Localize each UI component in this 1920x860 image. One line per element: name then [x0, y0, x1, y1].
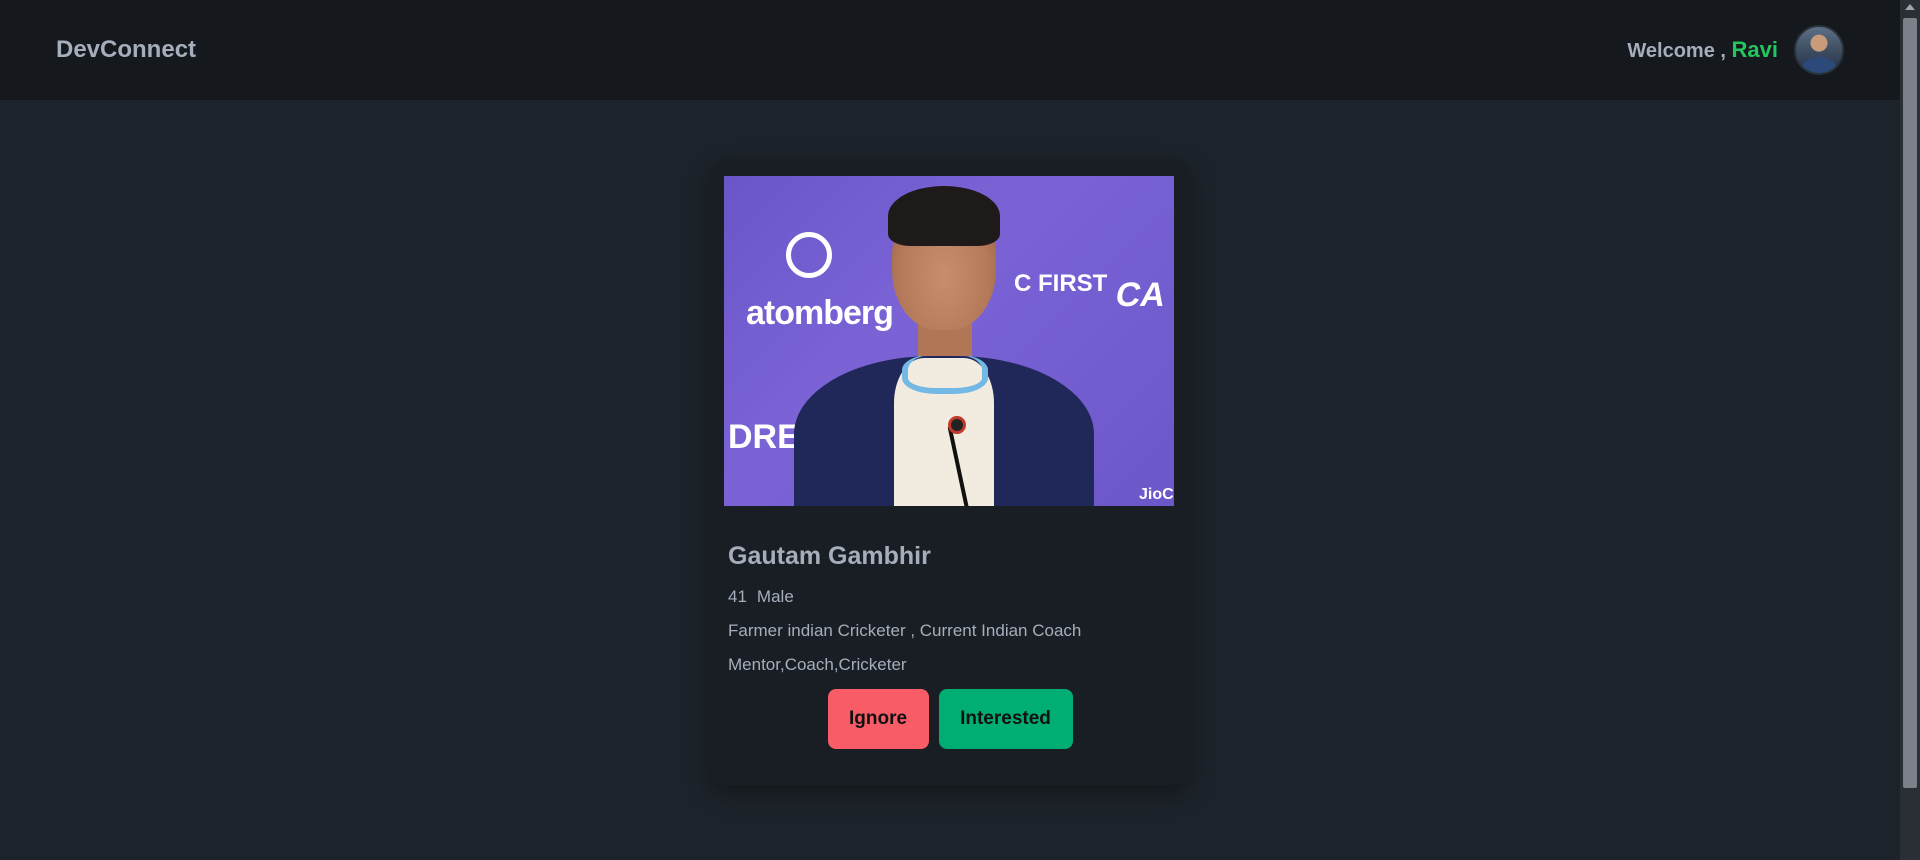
- profile-gender: Male: [756, 587, 794, 606]
- sponsor-text: JioC: [1139, 486, 1174, 503]
- sponsor-text: DRE: [728, 418, 800, 456]
- welcome-message: Welcome , Ravi: [1627, 37, 1778, 63]
- profile-card: atomberg C FIRST CA DRE JioC Gautam Gamb…: [710, 160, 1190, 785]
- user-name: Ravi: [1731, 37, 1778, 62]
- person-hair: [888, 186, 1000, 246]
- scrollbar[interactable]: [1900, 0, 1920, 860]
- profile-age: 41: [728, 587, 747, 606]
- sponsor-text: CA: [1112, 276, 1169, 314]
- brand-logo[interactable]: DevConnect: [56, 36, 196, 64]
- microphone-head: [948, 416, 966, 434]
- card-actions: Ignore Interested: [728, 689, 1172, 749]
- profile-info: Gautam Gambhir 41 Male Farmer indian Cric…: [724, 506, 1176, 749]
- profile-meta: 41 Male: [728, 587, 1172, 607]
- nav-user-area: Welcome , Ravi: [1627, 25, 1844, 75]
- person-collar: [902, 354, 988, 394]
- sponsor-text: atomberg: [746, 294, 894, 332]
- profile-skills: Mentor,Coach,Cricketer: [728, 655, 907, 674]
- avatar-figure: [1802, 57, 1836, 73]
- welcome-prefix: Welcome ,: [1627, 40, 1726, 62]
- avatar[interactable]: [1794, 25, 1844, 75]
- profile-photo: atomberg C FIRST CA DRE JioC: [724, 176, 1174, 506]
- profile-about: Farmer indian Cricketer , Current Indian…: [728, 621, 1082, 640]
- scroll-up-icon[interactable]: [1905, 4, 1915, 10]
- interested-button[interactable]: Interested: [938, 689, 1073, 749]
- sponsor-text: C FIRST: [1014, 270, 1108, 297]
- profile-name: Gautam Gambhir: [728, 542, 931, 570]
- ignore-button[interactable]: Ignore: [827, 689, 929, 749]
- scrollbar-thumb[interactable]: [1903, 18, 1917, 788]
- sponsor-logo-icon: [786, 232, 832, 278]
- navbar: DevConnect Welcome , Ravi: [0, 0, 1900, 100]
